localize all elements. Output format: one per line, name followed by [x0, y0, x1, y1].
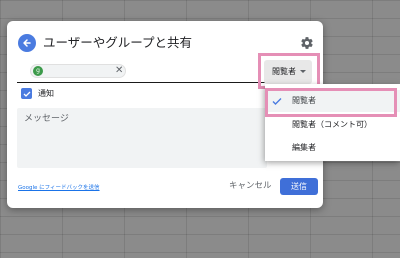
chip-initial: g — [36, 67, 40, 74]
notify-checkbox[interactable] — [21, 88, 32, 99]
cancel-button[interactable]: キャンセル — [229, 179, 272, 193]
dialog-title: ユーザーやグループと共有 — [43, 35, 193, 50]
back-button[interactable] — [18, 34, 36, 52]
role-option-editor[interactable]: 編集者 — [265, 137, 400, 159]
role-option-label: 編集者 — [292, 143, 316, 152]
recipient-input-underline — [17, 82, 265, 83]
back-arrow-icon — [23, 39, 31, 47]
message-placeholder: メッセージ — [24, 114, 69, 124]
gear-icon[interactable] — [300, 36, 314, 50]
close-icon[interactable]: ✕ — [115, 64, 123, 78]
role-option-label: 閲覧者（コメント可） — [292, 120, 372, 129]
checkbox-checked-icon — [23, 91, 30, 97]
send-button[interactable]: 送信 — [280, 178, 318, 195]
message-field[interactable]: メッセージ — [17, 108, 267, 168]
avatar: g — [33, 66, 43, 76]
recipient-chip[interactable]: g — [30, 64, 126, 78]
role-option-commenter[interactable]: 閲覧者（コメント可） — [265, 114, 400, 136]
notify-label: 通知 — [38, 89, 54, 98]
feedback-link[interactable]: Google にフィードバックを送信 — [18, 183, 100, 191]
selected-option-highlight — [265, 88, 397, 117]
